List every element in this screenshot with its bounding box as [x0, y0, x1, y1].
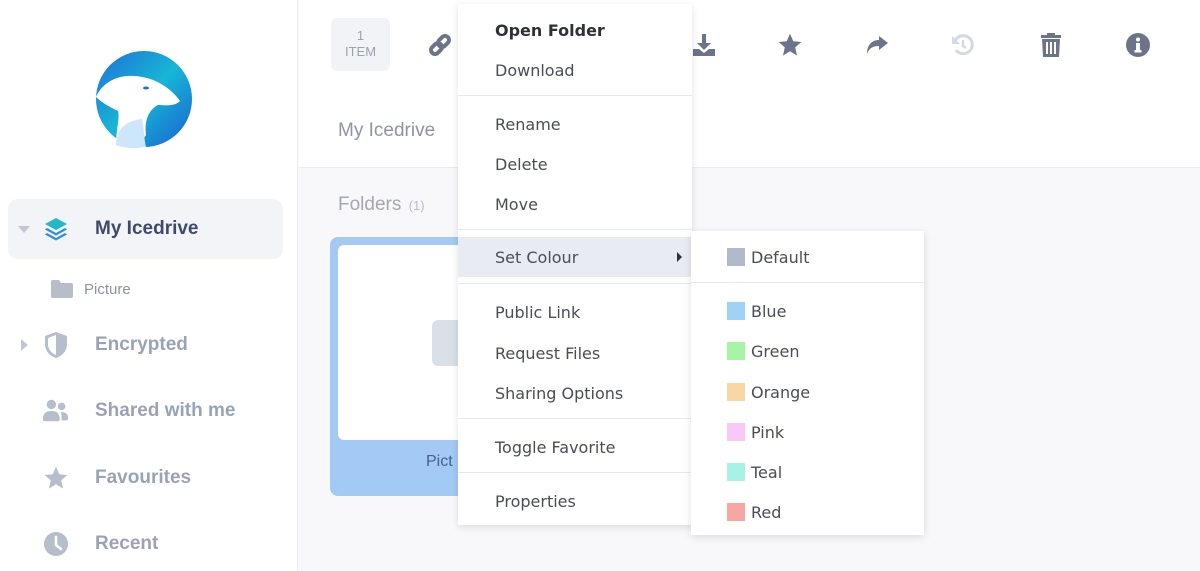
clock-icon — [42, 530, 70, 558]
icedrive-logo[interactable] — [94, 49, 194, 149]
restore-button[interactable] — [948, 30, 978, 60]
menu-divider — [458, 229, 692, 230]
menu-item-rename[interactable]: Rename — [458, 107, 692, 141]
menu-item-delete[interactable]: Delete — [458, 147, 692, 181]
selection-count: 1 — [356, 28, 365, 43]
favorite-button[interactable] — [775, 30, 805, 60]
folders-count: (1) — [408, 198, 425, 213]
menu-item-public-link[interactable]: Public Link — [458, 295, 692, 329]
colour-swatch — [727, 248, 745, 266]
colour-swatch — [727, 302, 745, 320]
breadcrumb[interactable]: My Icedrive — [338, 120, 435, 142]
sidebar-item-my-icedrive[interactable]: My Icedrive — [8, 199, 283, 259]
shield-icon — [42, 331, 70, 359]
header: 1 ITEM My Icedrive — [299, 0, 1200, 168]
app: My Icedrive Picture Encrypted Shared wit… — [0, 0, 1200, 571]
info-button[interactable] — [1123, 30, 1153, 60]
context-menu: Open Folder Download Rename Delete Move … — [458, 4, 692, 525]
folder-name: Pict — [426, 453, 453, 470]
menu-item-move[interactable]: Move — [458, 187, 692, 221]
sidebar-item-recent[interactable]: Recent — [8, 514, 283, 571]
sidebar-item-label: My Icedrive — [95, 218, 199, 239]
colour-option-pink[interactable]: Pink — [691, 415, 924, 449]
colour-swatch — [727, 463, 745, 481]
sidebar: My Icedrive Picture Encrypted Shared wit… — [0, 0, 298, 571]
trash-icon — [1041, 33, 1061, 57]
colour-option-label: Default — [751, 247, 810, 267]
menu-divider — [458, 418, 692, 419]
menu-item-sharing-options[interactable]: Sharing Options — [458, 376, 692, 410]
colour-option-blue[interactable]: Blue — [691, 294, 924, 328]
caret-down-icon[interactable] — [18, 226, 30, 233]
delete-button[interactable] — [1036, 30, 1066, 60]
sidebar-item-label: Encrypted — [95, 334, 188, 355]
info-icon — [1126, 33, 1150, 57]
link-button[interactable] — [425, 30, 455, 60]
menu-item-request-files[interactable]: Request Files — [458, 336, 692, 370]
share-icon — [867, 36, 888, 54]
colour-option-red[interactable]: Red — [691, 495, 924, 529]
colour-option-label: Teal — [751, 462, 783, 482]
colour-option-orange[interactable]: Orange — [691, 375, 924, 409]
star-icon — [42, 464, 70, 492]
colour-option-label: Orange — [751, 382, 811, 402]
sidebar-item-label: Recent — [95, 533, 159, 554]
colour-option-label: Blue — [751, 301, 787, 321]
menu-item-open-folder[interactable]: Open Folder — [458, 13, 692, 47]
caret-right-icon[interactable] — [21, 339, 28, 351]
colour-option-green[interactable]: Green — [691, 334, 924, 368]
colour-option-label: Red — [751, 502, 782, 522]
colour-swatch — [727, 342, 745, 360]
download-icon — [693, 34, 715, 56]
layers-icon — [42, 215, 70, 243]
colour-swatch — [727, 503, 745, 521]
menu-item-download[interactable]: Download — [458, 53, 692, 87]
menu-item-properties[interactable]: Properties — [458, 484, 692, 518]
users-icon — [42, 397, 70, 425]
menu-item-toggle-favorite[interactable]: Toggle Favorite — [458, 430, 692, 464]
menu-divider — [458, 472, 692, 473]
link-icon — [429, 34, 451, 56]
star-icon — [778, 33, 802, 56]
selection-unit: ITEM — [344, 44, 377, 59]
colour-swatch — [727, 383, 745, 401]
download-button[interactable] — [689, 30, 719, 60]
sidebar-item-favourites[interactable]: Favourites — [8, 448, 283, 508]
sidebar-subitem-label: Picture — [84, 280, 131, 298]
share-button[interactable] — [862, 30, 892, 60]
submenu-arrow-icon — [677, 252, 682, 262]
folders-title: Folders — [338, 194, 402, 215]
menu-item-set-colour[interactable]: Set Colour — [458, 237, 692, 277]
menu-divider — [458, 95, 692, 96]
sidebar-subitem-picture[interactable]: Picture — [50, 278, 131, 300]
menu-divider — [458, 283, 692, 284]
sidebar-item-label: Shared with me — [95, 400, 236, 421]
folder-icon — [51, 280, 73, 298]
sidebar-item-shared-with-me[interactable]: Shared with me — [8, 381, 283, 441]
sidebar-item-encrypted[interactable]: Encrypted — [8, 315, 283, 375]
restore-icon — [952, 34, 974, 56]
colour-swatch — [727, 423, 745, 441]
folders-section-title: Folders (1) — [338, 194, 425, 216]
submenu-divider — [691, 282, 924, 283]
sidebar-item-label: Favourites — [95, 467, 192, 488]
menu-item-label: Set Colour — [495, 247, 579, 267]
colour-option-label: Green — [751, 341, 800, 361]
colour-option-label: Pink — [751, 422, 785, 442]
selection-count-badge: 1 ITEM — [331, 18, 390, 71]
colour-option-teal[interactable]: Teal — [691, 455, 924, 489]
colour-submenu: Default Blue Green Orange Pink Teal Red — [691, 231, 924, 535]
colour-option-default[interactable]: Default — [691, 240, 924, 274]
